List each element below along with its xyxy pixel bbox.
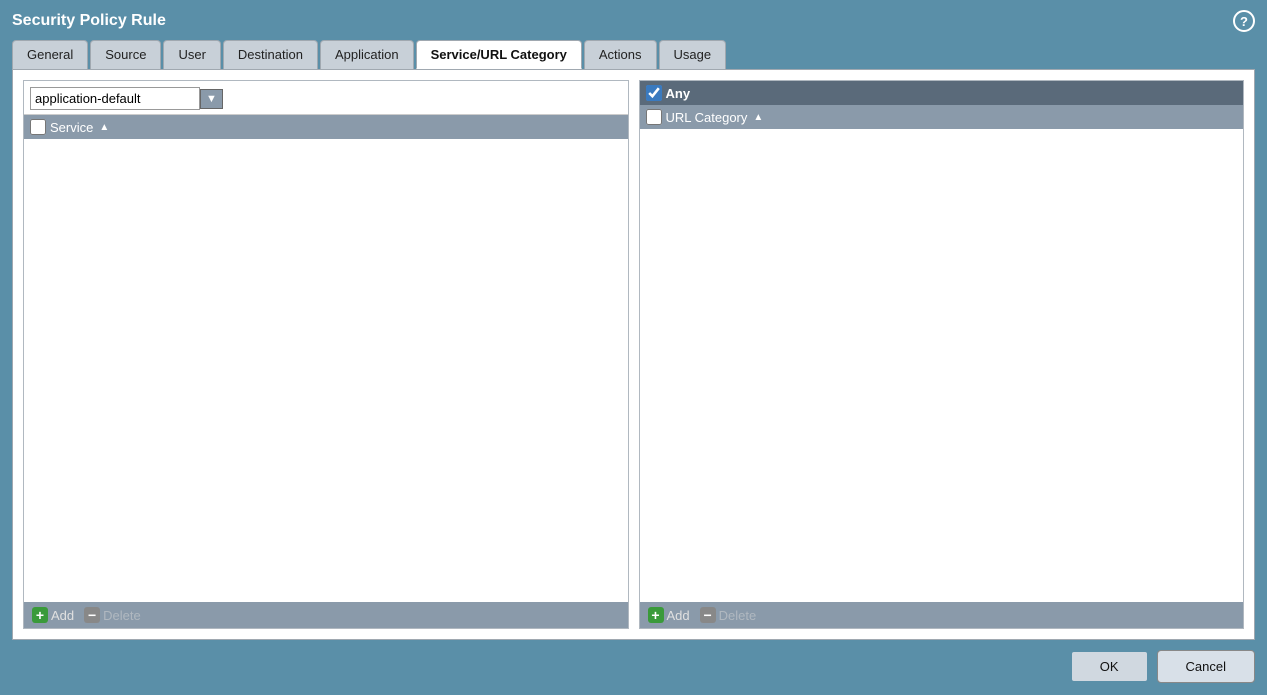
delete-icon: − (84, 607, 100, 623)
url-add-icon: + (648, 607, 664, 623)
url-any-checkbox[interactable] (646, 85, 662, 101)
url-category-section: Any URL Category ▲ + Add − Delete (639, 80, 1245, 629)
service-col-header: Service ▲ (24, 115, 628, 139)
service-sort-icon[interactable]: ▲ (99, 122, 109, 133)
url-add-label: Add (667, 608, 690, 623)
url-any-label: Any (666, 86, 691, 101)
url-any-header: Any (640, 81, 1244, 105)
service-column-label: Service (50, 120, 93, 135)
url-delete-button[interactable]: − Delete (700, 607, 757, 623)
service-section: ▼ Service ▲ + Add − Delete (23, 80, 629, 629)
url-add-button[interactable]: + Add (648, 607, 690, 623)
service-delete-button[interactable]: − Delete (84, 607, 141, 623)
service-dropdown-input[interactable] (30, 87, 200, 110)
tab-application[interactable]: Application (320, 40, 414, 69)
dialog: Security Policy Rule ? General Source Us… (0, 0, 1267, 695)
url-category-list-body (640, 129, 1244, 602)
tab-service-url[interactable]: Service/URL Category (416, 40, 582, 69)
help-icon[interactable]: ? (1233, 10, 1255, 32)
tab-destination[interactable]: Destination (223, 40, 318, 69)
url-select-all-checkbox[interactable] (646, 109, 662, 125)
service-select-all-checkbox[interactable] (30, 119, 46, 135)
title-bar: Security Policy Rule ? (12, 10, 1255, 32)
tab-source[interactable]: Source (90, 40, 161, 69)
panel: ▼ Service ▲ + Add − Delete (12, 69, 1255, 640)
service-list-body (24, 139, 628, 602)
service-footer: + Add − Delete (24, 602, 628, 628)
tab-user[interactable]: User (163, 40, 220, 69)
url-delete-label: Delete (719, 608, 757, 623)
service-add-label: Add (51, 608, 74, 623)
url-category-column-label: URL Category (666, 110, 748, 125)
service-delete-label: Delete (103, 608, 141, 623)
tab-bar: General Source User Destination Applicat… (12, 40, 1255, 69)
url-footer: + Add − Delete (640, 602, 1244, 628)
url-sort-icon[interactable]: ▲ (753, 112, 763, 123)
chevron-down-icon: ▼ (206, 93, 217, 105)
url-delete-icon: − (700, 607, 716, 623)
tab-actions[interactable]: Actions (584, 40, 657, 69)
tab-usage[interactable]: Usage (659, 40, 727, 69)
cancel-button[interactable]: Cancel (1157, 650, 1255, 683)
dialog-title: Security Policy Rule (12, 12, 166, 30)
service-dropdown-arrow[interactable]: ▼ (200, 89, 223, 109)
add-icon: + (32, 607, 48, 623)
service-add-button[interactable]: + Add (32, 607, 74, 623)
dialog-footer: OK Cancel (12, 650, 1255, 683)
ok-button[interactable]: OK (1070, 650, 1149, 683)
panel-content: ▼ Service ▲ + Add − Delete (23, 80, 1244, 629)
url-col-header: URL Category ▲ (640, 105, 1244, 129)
tab-general[interactable]: General (12, 40, 88, 69)
service-dropdown-row: ▼ (24, 81, 628, 115)
